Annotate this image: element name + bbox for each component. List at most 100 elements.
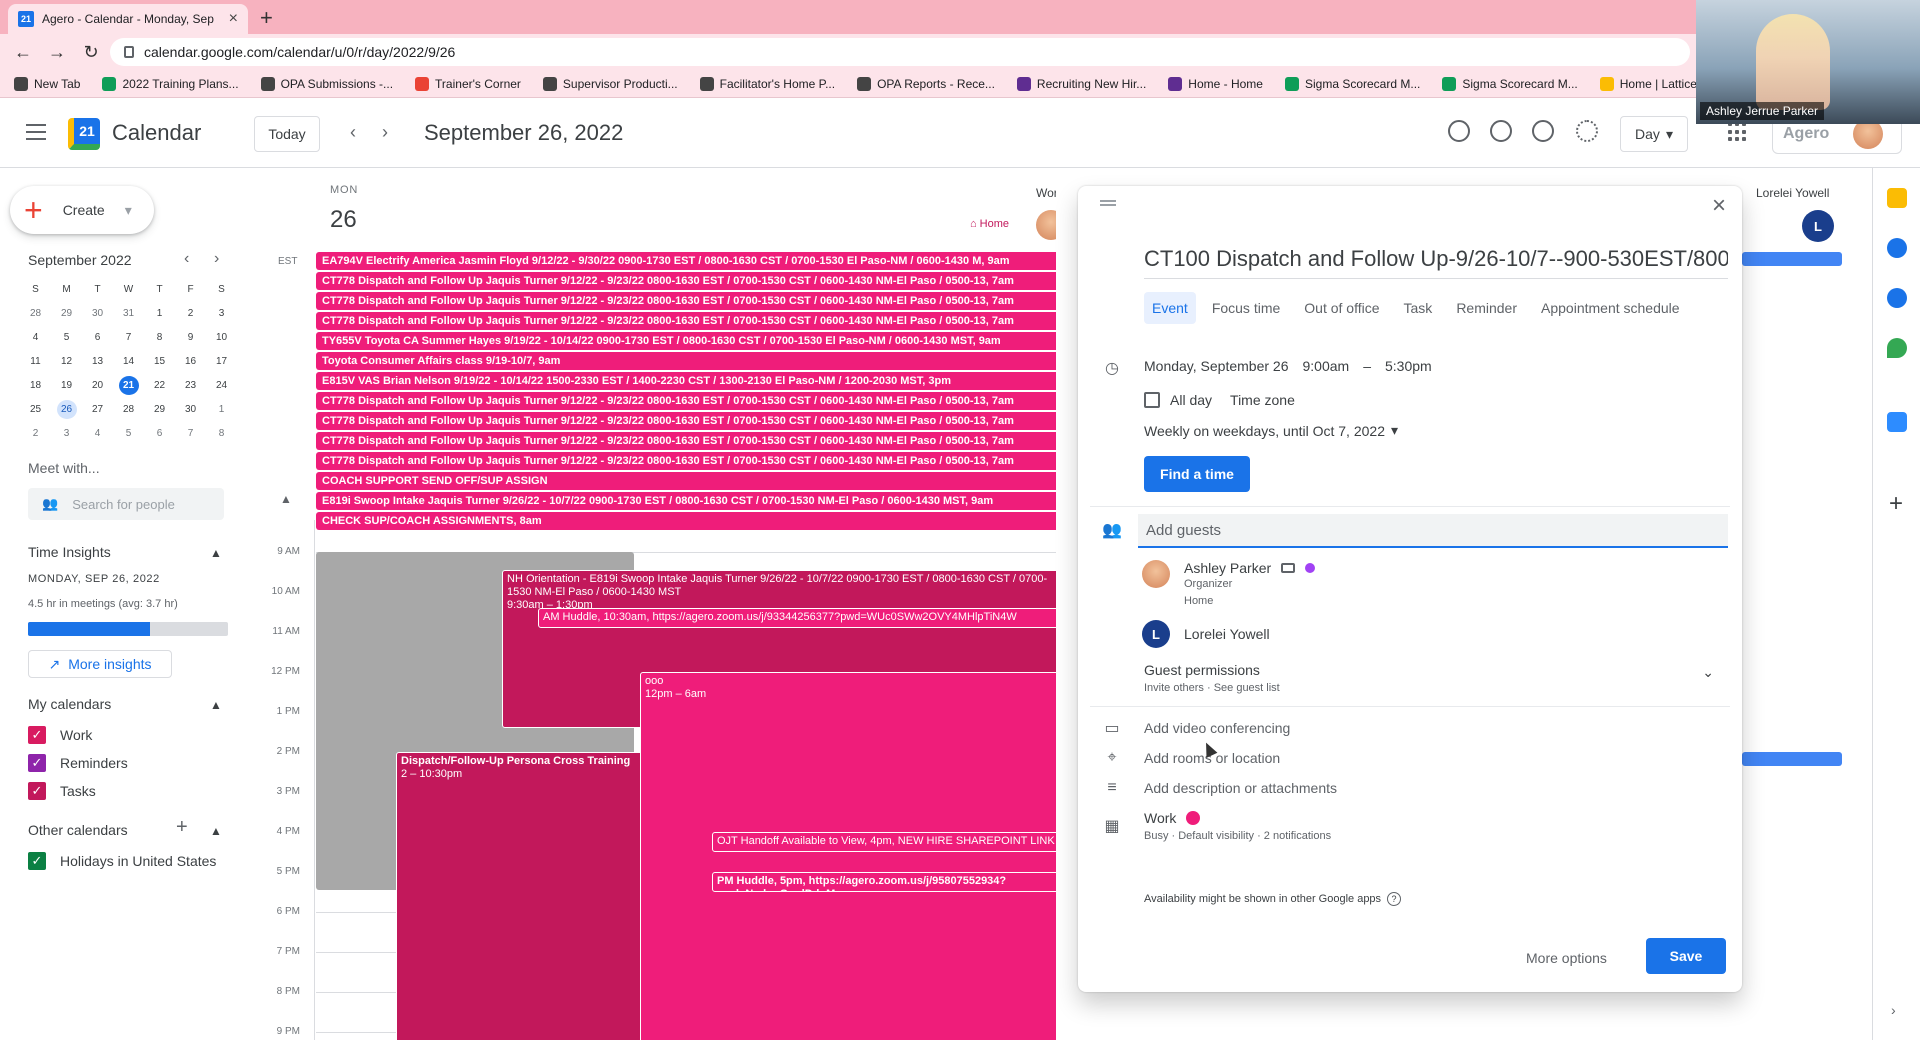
previous-day-icon[interactable]: ‹ (350, 122, 356, 143)
close-icon[interactable]: × (1712, 192, 1726, 220)
bookmark[interactable]: OPA Reports - Rece... (857, 76, 995, 91)
mini-day[interactable]: 25 (20, 400, 51, 419)
bookmark[interactable]: Sigma Scorecard M... (1284, 76, 1420, 91)
chevron-up-icon[interactable]: ▲ (210, 824, 222, 838)
all-day-event[interactable]: E819i Swoop Intake Jaquis Turner 9/26/22… (316, 492, 1056, 510)
new-tab-icon[interactable]: + (260, 5, 273, 31)
tab-reminder[interactable]: Reminder (1448, 292, 1525, 324)
all-day-event[interactable]: E815V VAS Brian Nelson 9/19/22 - 10/14/2… (316, 372, 1056, 390)
second-calendar-event[interactable] (1742, 252, 1842, 266)
close-tab-icon[interactable]: × (229, 10, 238, 28)
search-people-input[interactable]: 👥 Search for people (28, 488, 224, 520)
mini-day[interactable]: 14 (113, 352, 144, 371)
add-guests-input[interactable]: Add guests (1138, 514, 1728, 548)
mini-day[interactable]: 8 (206, 424, 237, 443)
mini-day[interactable]: 12 (51, 352, 82, 371)
mini-day[interactable]: 11 (20, 352, 51, 371)
second-calendar-event[interactable] (1742, 752, 1842, 766)
bookmark[interactable]: Recruiting New Hir... (1016, 76, 1146, 91)
mini-day-selected[interactable]: 26 (56, 400, 77, 419)
mini-day[interactable]: 4 (20, 328, 51, 347)
all-day-event[interactable]: CHECK SUP/COACH ASSIGNMENTS, 8am (316, 512, 1056, 530)
calendar-event-pm-huddle[interactable]: PM Huddle, 5pm, https://agero.zoom.us/j/… (712, 872, 1056, 892)
mini-day[interactable]: 28 (20, 304, 51, 323)
find-a-time-button[interactable]: Find a time (1144, 456, 1250, 492)
zoom-icon[interactable] (1887, 412, 1907, 432)
main-menu-icon[interactable] (26, 124, 46, 140)
guest-permissions-heading[interactable]: Guest permissions (1144, 662, 1260, 678)
tab-focus-time[interactable]: Focus time (1204, 292, 1288, 324)
google-apps-icon[interactable] (1728, 122, 1748, 142)
mini-day[interactable]: 6 (82, 328, 113, 347)
all-day-event[interactable]: EA794V Electrify America Jasmin Floyd 9/… (316, 252, 1056, 270)
tasks-check-icon[interactable] (1490, 120, 1512, 142)
forward-icon[interactable]: → (48, 42, 66, 63)
mini-day[interactable]: 3 (206, 304, 237, 323)
all-day-checkbox[interactable] (1144, 392, 1160, 408)
get-addons-plus-icon[interactable]: + (1889, 490, 1903, 518)
calendar-settings-summary[interactable]: Busy · Default visibility · 2 notificati… (1144, 830, 1331, 842)
other-calendars-heading[interactable]: Other calendars (28, 822, 128, 838)
bookmark[interactable]: Trainer's Corner (415, 76, 521, 91)
view-selector[interactable]: Day ▾ (1620, 116, 1688, 152)
mini-day[interactable]: 13 (82, 352, 113, 371)
mini-day[interactable]: 10 (206, 328, 237, 347)
calendar-item-holidays[interactable]: ✓ Holidays in United States (28, 852, 216, 870)
guest-attendee[interactable]: L Lorelei Yowell (1142, 620, 1270, 648)
mini-day[interactable]: 4 (82, 424, 113, 443)
mini-day[interactable]: 17 (206, 352, 237, 371)
back-icon[interactable]: ← (14, 42, 32, 63)
tab-appointment-schedule[interactable]: Appointment schedule (1533, 292, 1688, 324)
mini-day[interactable]: 24 (206, 376, 237, 395)
all-day-event[interactable]: CT778 Dispatch and Follow Up Jaquis Turn… (316, 392, 1056, 410)
event-title-input[interactable]: CT100 Dispatch and Follow Up-9/26-10/7--… (1144, 246, 1728, 279)
mini-day[interactable]: 27 (82, 400, 113, 419)
expand-panel-icon[interactable]: › (1891, 1002, 1896, 1018)
address-bar[interactable]: calendar.google.com/calendar/u/0/r/day/2… (110, 38, 1690, 66)
all-day-event[interactable]: Toyota Consumer Affairs class 9/19-10/7,… (316, 352, 1056, 370)
all-day-event[interactable]: CT778 Dispatch and Follow Up Jaquis Turn… (316, 292, 1056, 310)
all-day-event[interactable]: TY655V Toyota CA Summer Hayes 9/19/22 - … (316, 332, 1056, 350)
add-description[interactable]: Add description or attachments (1144, 780, 1337, 796)
all-day-event[interactable]: CT778 Dispatch and Follow Up Jaquis Turn… (316, 452, 1056, 470)
create-button[interactable]: + Create ▾ (10, 186, 154, 234)
search-icon[interactable] (1448, 120, 1470, 142)
mini-day[interactable]: 29 (51, 304, 82, 323)
my-calendars-heading[interactable]: My calendars (28, 696, 111, 712)
all-day-event[interactable]: CT778 Dispatch and Follow Up Jaquis Turn… (316, 432, 1056, 450)
next-day-icon[interactable]: › (382, 122, 388, 143)
bookmark[interactable]: Facilitator's Home P... (699, 76, 835, 91)
calendar-item-work[interactable]: ✓ Work (28, 726, 92, 744)
all-day-event[interactable]: CT778 Dispatch and Follow Up Jaquis Turn… (316, 312, 1056, 330)
mini-day[interactable]: 16 (175, 352, 206, 371)
add-video-conferencing[interactable]: Add video conferencing (1144, 720, 1290, 736)
guest-organizer[interactable]: Ashley Parker Organizer Home (1142, 560, 1316, 610)
mini-day[interactable]: 31 (113, 304, 144, 323)
all-day-event[interactable]: CT778 Dispatch and Follow Up Jaquis Turn… (316, 412, 1056, 430)
checkbox-checked-icon[interactable]: ✓ (28, 782, 46, 800)
working-location-chip[interactable]: ⌂ Home (970, 218, 1009, 230)
mini-day[interactable]: 7 (175, 424, 206, 443)
mini-day[interactable]: 15 (144, 352, 175, 371)
chevron-up-icon[interactable]: ▲ (210, 698, 222, 712)
checkbox-checked-icon[interactable]: ✓ (28, 726, 46, 744)
mini-day[interactable]: 2 (175, 304, 206, 323)
checkbox-checked-icon[interactable]: ✓ (28, 852, 46, 870)
contacts-icon[interactable] (1887, 288, 1907, 308)
calendar-event-ooo[interactable]: ooo 12pm – 6am (640, 672, 1056, 1040)
mini-day[interactable]: 2 (20, 424, 51, 443)
today-button[interactable]: Today (254, 116, 320, 152)
tasks-icon[interactable] (1887, 238, 1907, 258)
add-calendar-icon[interactable]: + (176, 816, 188, 839)
help-icon[interactable] (1532, 120, 1554, 142)
drag-handle-icon[interactable] (1100, 200, 1116, 206)
mini-day[interactable]: 29 (144, 400, 175, 419)
bookmark[interactable]: OPA Submissions -... (260, 76, 393, 91)
recurrence-select[interactable]: Weekly on weekdays, until Oct 7, 2022 ▾ (1144, 422, 1398, 439)
mini-day[interactable]: 28 (113, 400, 144, 419)
tab-task[interactable]: Task (1396, 292, 1441, 324)
mini-day[interactable]: 22 (144, 376, 175, 395)
more-insights-button[interactable]: ↗ More insights (28, 650, 172, 678)
tab-out-of-office[interactable]: Out of office (1296, 292, 1387, 324)
mini-day[interactable]: 30 (175, 400, 206, 419)
